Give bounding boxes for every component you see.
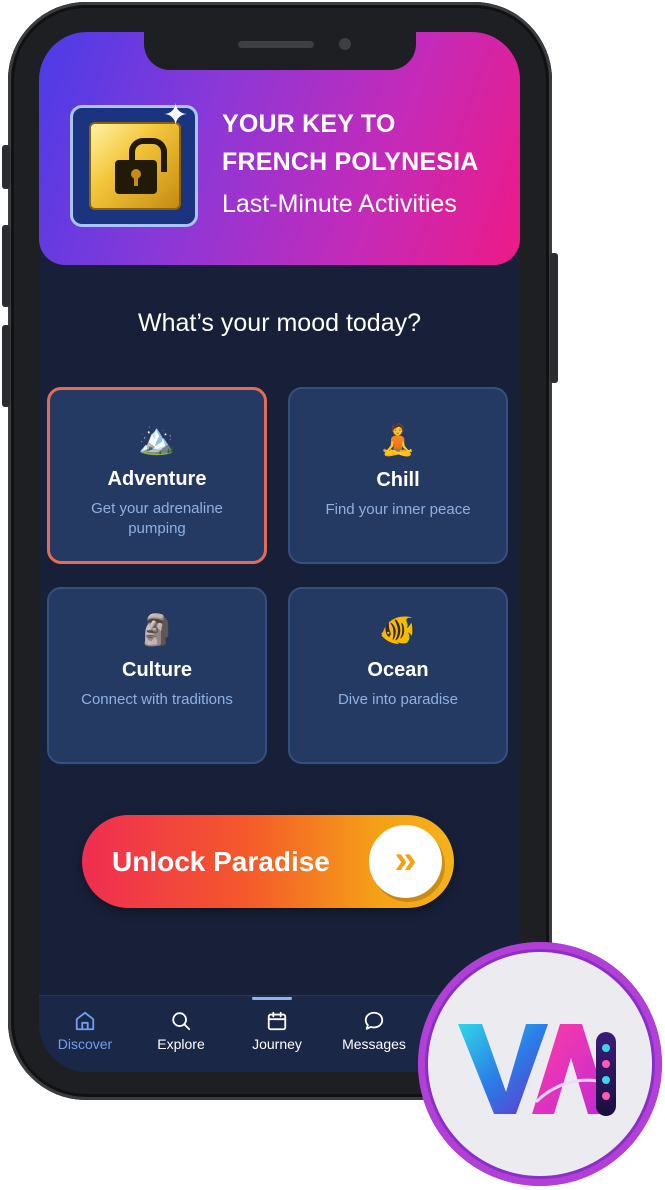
mood-description: Get your adrenaline pumping — [91, 500, 223, 537]
mood-card-ocean[interactable]: 🐠 Ocean Dive into paradise — [288, 587, 508, 764]
tab-label: Discover — [57, 1036, 113, 1052]
home-icon — [75, 1011, 95, 1031]
vai-brand-badge — [418, 942, 662, 1186]
tropical-fish-icon: 🐠 — [379, 614, 417, 647]
sparkle-icon: ✦ — [163, 99, 189, 132]
mood-question: What’s your mood today? — [137, 309, 422, 337]
moai-icon: 🗿 — [138, 614, 176, 647]
search-icon — [172, 1012, 191, 1031]
mute-switch — [2, 145, 10, 189]
meditation-icon: 🧘 — [379, 424, 417, 457]
unlock-paradise-button[interactable]: Unlock Paradise » — [82, 815, 454, 908]
tab-explore[interactable]: Explore — [133, 996, 229, 1072]
mood-card-culture[interactable]: 🗿 Culture Connect with traditions — [47, 587, 267, 764]
tab-messages[interactable]: Messages — [326, 996, 422, 1072]
mood-name: Culture — [122, 659, 192, 681]
mood-name: Ocean — [367, 659, 429, 681]
calendar-icon — [267, 1011, 287, 1031]
front-camera — [339, 38, 351, 50]
volume-down-button — [2, 325, 10, 407]
power-button — [550, 253, 558, 383]
mood-name: Chill — [376, 469, 420, 491]
mood-description: Dive into paradise — [337, 691, 459, 708]
tab-discover[interactable]: Discover — [39, 996, 133, 1072]
mountain-icon: 🏔️ — [138, 423, 176, 456]
tab-label: Explore — [157, 1036, 205, 1052]
volume-up-button — [2, 225, 10, 307]
tab-label: Messages — [342, 1036, 406, 1052]
unlock-icon — [89, 122, 181, 210]
app-screen: ✦ YOUR KEY TO FRENCH POLYNESIA Last-Minu… — [39, 32, 520, 1072]
tab-label: Journey — [252, 1036, 302, 1052]
page-title: YOUR KEY TO FRENCH POLYNESIA — [222, 110, 479, 176]
double-chevron-right-icon: » — [369, 825, 442, 898]
mood-card-chill[interactable]: 🧘 Chill Find your inner peace — [288, 387, 508, 564]
page-subtitle: Last-Minute Activities — [222, 190, 457, 218]
tab-indicator — [252, 997, 292, 1000]
mood-card-adventure[interactable]: 🏔️ Adventure Get your adrenaline pumping — [47, 387, 267, 564]
vai-logo — [458, 1024, 616, 1116]
mood-description: Connect with traditions — [81, 691, 233, 708]
unlock-paradise-label: Unlock Paradise — [112, 846, 330, 877]
tab-journey[interactable]: Journey — [229, 996, 325, 1072]
speaker — [238, 41, 314, 48]
mood-name: Adventure — [107, 468, 207, 490]
chat-bubble-icon — [364, 1011, 384, 1030]
mood-description: Find your inner peace — [325, 501, 471, 518]
notch — [144, 32, 416, 70]
